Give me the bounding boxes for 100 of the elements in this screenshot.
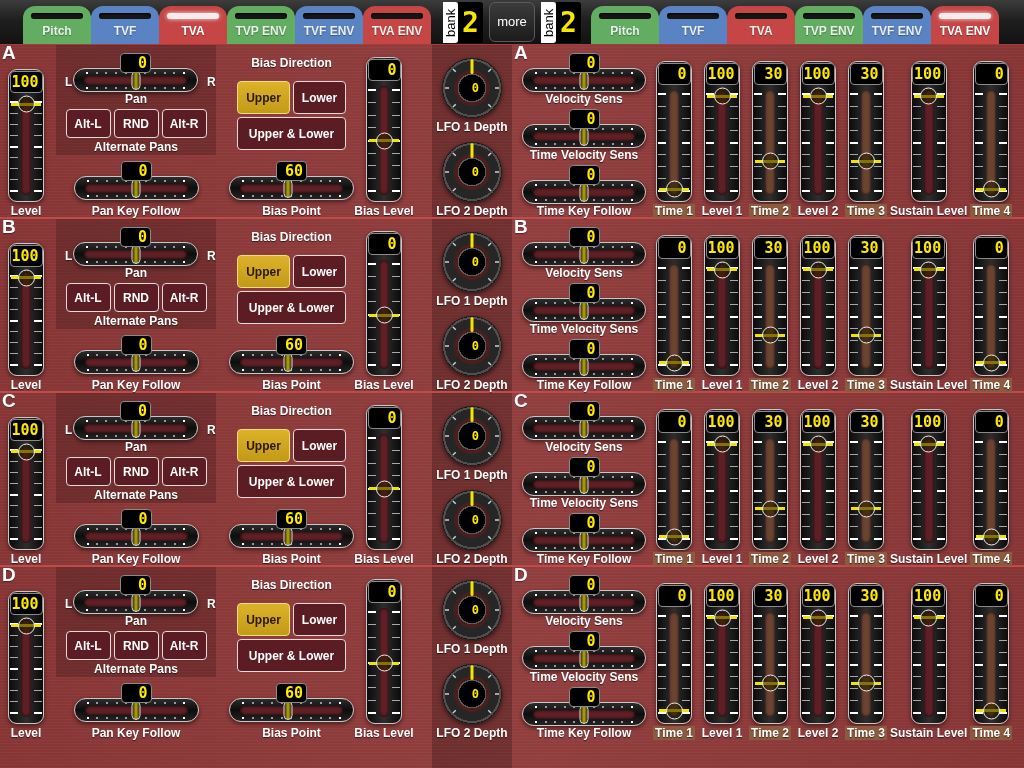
rotary-knob[interactable]: 0: [442, 580, 502, 640]
horizontal-slider[interactable]: [73, 416, 198, 440]
alt-pan-button[interactable]: Alt-L: [65, 631, 111, 660]
vertical-slider[interactable]: 30: [848, 583, 884, 724]
slider-thumb[interactable]: [707, 87, 737, 105]
vertical-slider[interactable]: 100: [800, 583, 836, 724]
rotary-knob[interactable]: 0: [442, 406, 502, 466]
slider-thumb[interactable]: [579, 70, 589, 90]
horizontal-slider[interactable]: [229, 350, 354, 374]
slider-thumb[interactable]: [913, 609, 944, 627]
slider-thumb[interactable]: [579, 530, 589, 550]
horizontal-slider[interactable]: [522, 124, 646, 148]
slider-thumb[interactable]: [579, 182, 589, 202]
slider-thumb[interactable]: [283, 700, 293, 720]
slider-thumb[interactable]: [579, 592, 589, 612]
slider-thumb[interactable]: [851, 326, 881, 344]
vertical-slider[interactable]: 100: [800, 235, 836, 376]
slider-thumb[interactable]: [755, 500, 785, 518]
slider-thumb[interactable]: [131, 592, 140, 612]
horizontal-slider[interactable]: [73, 242, 198, 266]
slider-thumb[interactable]: [579, 126, 589, 146]
bias-direction-button[interactable]: Lower: [293, 255, 346, 288]
slider-thumb[interactable]: [131, 418, 140, 438]
vertical-slider[interactable]: 100: [704, 61, 740, 202]
slider-thumb[interactable]: [579, 418, 589, 438]
alt-pan-button[interactable]: RND: [113, 109, 159, 138]
horizontal-slider[interactable]: [229, 176, 354, 200]
slider-thumb[interactable]: [803, 435, 833, 453]
alt-pan-button[interactable]: Alt-L: [65, 283, 111, 312]
vertical-slider[interactable]: 30: [752, 409, 788, 550]
vertical-slider[interactable]: 100: [704, 409, 740, 550]
horizontal-slider[interactable]: [73, 590, 198, 614]
horizontal-slider[interactable]: [522, 354, 646, 378]
alt-pan-button[interactable]: Alt-R: [161, 631, 207, 660]
vertical-slider[interactable]: 100: [910, 235, 947, 376]
slider-thumb[interactable]: [131, 244, 140, 264]
vertical-slider[interactable]: 100: [8, 591, 44, 724]
bias-direction-button[interactable]: Upper & Lower: [237, 291, 346, 324]
vertical-slider[interactable]: 0: [656, 583, 692, 724]
slider-thumb[interactable]: [976, 180, 1007, 198]
bias-direction-button[interactable]: Upper: [237, 81, 290, 114]
rotary-knob[interactable]: 0: [442, 664, 502, 724]
horizontal-slider[interactable]: [522, 242, 646, 266]
slider-thumb[interactable]: [659, 702, 689, 720]
horizontal-slider[interactable]: [522, 472, 646, 496]
alt-pan-button[interactable]: Alt-R: [161, 457, 207, 486]
bias-direction-button[interactable]: Upper & Lower: [237, 639, 346, 672]
horizontal-slider[interactable]: [73, 350, 199, 374]
slider-thumb[interactable]: [707, 435, 737, 453]
horizontal-slider[interactable]: [522, 416, 646, 440]
vertical-slider[interactable]: 0: [366, 405, 402, 550]
slider-thumb[interactable]: [579, 704, 589, 724]
bias-direction-button[interactable]: Upper: [237, 255, 290, 288]
vertical-slider[interactable]: 0: [973, 235, 1010, 376]
slider-thumb[interactable]: [369, 654, 399, 671]
slider-thumb[interactable]: [283, 352, 293, 372]
slider-thumb[interactable]: [803, 609, 833, 627]
horizontal-slider[interactable]: [522, 646, 646, 670]
bias-direction-button[interactable]: Upper: [237, 429, 290, 462]
slider-thumb[interactable]: [707, 261, 737, 279]
vertical-slider[interactable]: 100: [910, 583, 947, 724]
slider-thumb[interactable]: [579, 356, 589, 376]
vertical-slider[interactable]: 100: [800, 61, 836, 202]
slider-thumb[interactable]: [659, 528, 689, 546]
vertical-slider[interactable]: 0: [656, 61, 692, 202]
alt-pan-button[interactable]: Alt-R: [161, 283, 207, 312]
slider-thumb[interactable]: [976, 702, 1007, 720]
vertical-slider[interactable]: 30: [752, 583, 788, 724]
alt-pan-button[interactable]: Alt-R: [161, 109, 207, 138]
horizontal-slider[interactable]: [229, 698, 354, 722]
vertical-slider[interactable]: 0: [366, 231, 402, 376]
alt-pan-button[interactable]: Alt-L: [65, 457, 111, 486]
vertical-slider[interactable]: 100: [8, 417, 44, 550]
vertical-slider[interactable]: 100: [8, 243, 44, 376]
horizontal-slider[interactable]: [522, 180, 646, 204]
vertical-slider[interactable]: 30: [848, 61, 884, 202]
alt-pan-button[interactable]: RND: [113, 457, 159, 486]
vertical-slider[interactable]: 0: [366, 57, 402, 202]
tab[interactable]: TVA ENV: [931, 6, 999, 44]
bias-direction-button[interactable]: Upper & Lower: [237, 465, 346, 498]
vertical-slider[interactable]: 100: [704, 235, 740, 376]
vertical-slider[interactable]: 0: [366, 579, 402, 724]
slider-thumb[interactable]: [11, 443, 41, 461]
vertical-slider[interactable]: 100: [8, 69, 44, 202]
bias-direction-button[interactable]: Lower: [293, 603, 346, 636]
vertical-slider[interactable]: 30: [752, 61, 788, 202]
alt-pan-button[interactable]: Alt-L: [65, 109, 111, 138]
vertical-slider[interactable]: 0: [973, 583, 1010, 724]
slider-thumb[interactable]: [707, 609, 737, 627]
alt-pan-button[interactable]: RND: [113, 283, 159, 312]
slider-thumb[interactable]: [131, 178, 141, 198]
slider-thumb[interactable]: [976, 354, 1007, 372]
horizontal-slider[interactable]: [522, 528, 646, 552]
slider-thumb[interactable]: [755, 674, 785, 692]
slider-thumb[interactable]: [659, 180, 689, 198]
slider-thumb[interactable]: [369, 480, 399, 497]
slider-thumb[interactable]: [913, 261, 944, 279]
more-button[interactable]: more: [489, 2, 535, 42]
rotary-knob[interactable]: 0: [442, 232, 502, 292]
slider-thumb[interactable]: [803, 87, 833, 105]
